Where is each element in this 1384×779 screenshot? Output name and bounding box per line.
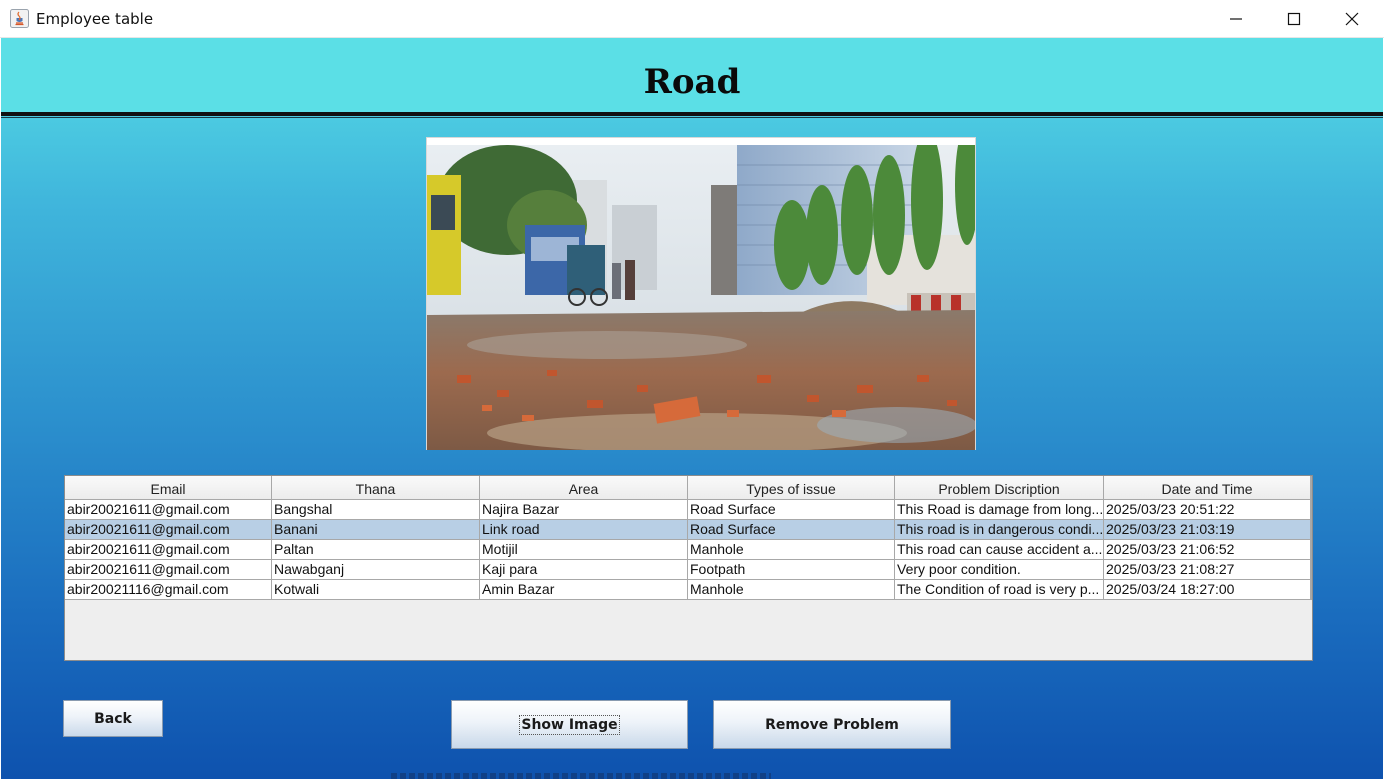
cell-issue-type: Road Surface (688, 520, 895, 540)
cell-email: abir20021116@gmail.com (65, 580, 272, 600)
cell-area: Motijil (480, 540, 688, 560)
table-row[interactable]: abir20021116@gmail.com Kotwali Amin Baza… (65, 580, 1311, 600)
back-button[interactable]: Back (63, 700, 163, 737)
header-divider (1, 112, 1383, 116)
cell-date-time: 2025/03/23 21:08:27 (1104, 560, 1311, 580)
cell-email: abir20021611@gmail.com (65, 560, 272, 580)
cell-date-time: 2025/03/23 21:06:52 (1104, 540, 1311, 560)
cell-date-time: 2025/03/23 20:51:22 (1104, 500, 1311, 520)
table-body: abir20021611@gmail.com Bangshal Najira B… (65, 500, 1311, 600)
table-row[interactable]: abir20021611@gmail.com Nawabganj Kaji pa… (65, 560, 1311, 580)
cell-issue-type: Road Surface (688, 500, 895, 520)
table-row[interactable]: abir20021611@gmail.com Bangshal Najira B… (65, 500, 1311, 520)
page-title: Road (643, 62, 741, 102)
cell-email: abir20021611@gmail.com (65, 520, 272, 540)
cell-issue-type: Manhole (688, 580, 895, 600)
cell-description: This road is in dangerous condi... (895, 520, 1104, 540)
show-image-button[interactable]: Show Image (451, 700, 688, 749)
minimize-icon (1230, 18, 1242, 20)
cell-thana: Bangshal (272, 500, 480, 520)
table-row[interactable]: abir20021611@gmail.com Paltan Motijil Ma… (65, 540, 1311, 560)
cell-area: Amin Bazar (480, 580, 688, 600)
cell-description: This Road is damage from long... (895, 500, 1104, 520)
cell-date-time: 2025/03/23 21:03:19 (1104, 520, 1311, 540)
cell-email: abir20021611@gmail.com (65, 540, 272, 560)
cell-area: Najira Bazar (480, 500, 688, 520)
remove-problem-button[interactable]: Remove Problem (713, 700, 951, 749)
cell-issue-type: Manhole (688, 540, 895, 560)
main-panel: Road Email Thana Area Types of issue Pro… (1, 38, 1383, 779)
column-header-date-time[interactable]: Date and Time (1104, 476, 1311, 500)
cell-area: Kaji para (480, 560, 688, 580)
header-divider-thin (1, 117, 1383, 118)
cell-area: Link road (480, 520, 688, 540)
window-title: Employee table (36, 10, 154, 28)
cell-description: This road can cause accident a... (895, 540, 1104, 560)
java-app-icon (10, 9, 29, 28)
table-row-selected[interactable]: abir20021611@gmail.com Banani Link road … (65, 520, 1311, 540)
maximize-button[interactable] (1265, 0, 1323, 38)
minimize-button[interactable] (1207, 0, 1265, 38)
cell-thana: Kotwali (272, 580, 480, 600)
table-right-edge (1310, 476, 1312, 600)
column-header-description[interactable]: Problem Discription (895, 476, 1104, 500)
road-photo (426, 137, 976, 450)
table-header: Email Thana Area Types of issue Problem … (65, 476, 1311, 500)
cell-thana: Paltan (272, 540, 480, 560)
column-header-thana[interactable]: Thana (272, 476, 480, 500)
column-header-issue-type[interactable]: Types of issue (688, 476, 895, 500)
column-header-email[interactable]: Email (65, 476, 272, 500)
cell-thana: Banani (272, 520, 480, 540)
cell-email: abir20021611@gmail.com (65, 500, 272, 520)
cell-thana: Nawabganj (272, 560, 480, 580)
issues-table[interactable]: Email Thana Area Types of issue Problem … (64, 475, 1313, 661)
cell-issue-type: Footpath (688, 560, 895, 580)
cell-description: The Condition of road is very p... (895, 580, 1104, 600)
background-artifact (391, 773, 771, 779)
title-bar: Employee table (0, 0, 1384, 38)
column-header-area[interactable]: Area (480, 476, 688, 500)
close-button[interactable] (1323, 0, 1381, 38)
cell-description: Very poor condition. (895, 560, 1104, 580)
maximize-icon (1287, 12, 1301, 26)
show-image-label: Show Image (519, 714, 620, 735)
close-icon (1345, 12, 1359, 26)
cell-date-time: 2025/03/24 18:27:00 (1104, 580, 1311, 600)
